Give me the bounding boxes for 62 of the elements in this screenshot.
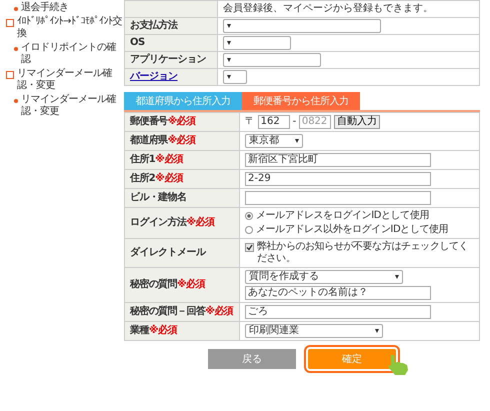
field-label: 都道府県 bbox=[130, 135, 168, 146]
input-field[interactable]: あなたのペットの名前は？ bbox=[245, 286, 431, 300]
checkbox[interactable] bbox=[245, 243, 254, 252]
select-field[interactable]: 東京都 bbox=[245, 134, 303, 148]
radio-label: メールアドレスをログインIDとして使用 bbox=[256, 210, 430, 222]
input-field[interactable] bbox=[245, 191, 431, 205]
caret-icon bbox=[227, 75, 231, 79]
sidebar-link[interactable]: イロドリポイントの確認 bbox=[21, 42, 124, 66]
required-mark: ※必須 bbox=[168, 135, 196, 146]
radio-button[interactable] bbox=[245, 226, 253, 234]
caret-icon bbox=[227, 24, 231, 28]
field-label: 業種 bbox=[130, 325, 149, 336]
checkbox-label: 弊社からのお知らせが不要な方はチェックしてください。 bbox=[257, 241, 470, 265]
sidebar-link[interactable]: リマインダーメール確認・変更 bbox=[21, 94, 124, 118]
required-mark: ※必須 bbox=[148, 325, 177, 336]
required-mark: ※必須 bbox=[177, 279, 205, 290]
sidebar-link[interactable]: 退会手続き bbox=[21, 2, 68, 14]
sidebar-link[interactable]: リマインダーメール確認・変更 bbox=[17, 68, 124, 92]
field-label: ログイン方法 bbox=[130, 217, 186, 228]
select-field[interactable]: 質問を作成する bbox=[245, 270, 403, 284]
required-mark: ※必須 bbox=[186, 217, 214, 228]
select-field[interactable] bbox=[223, 70, 247, 84]
field-label: 秘密の質問 bbox=[130, 279, 178, 290]
input-field[interactable]: 新宿区下宮比町 bbox=[245, 153, 431, 167]
separator: - bbox=[292, 116, 296, 128]
input-field[interactable]: ごろ bbox=[245, 305, 431, 319]
field-label: アプリケーション bbox=[130, 54, 206, 65]
bullet-icon bbox=[14, 7, 18, 11]
field-label: ビル・建物名 bbox=[130, 192, 186, 203]
field-label: ダイレクトメール bbox=[130, 247, 206, 258]
radio-button[interactable] bbox=[245, 212, 253, 220]
field-label: 郵便番号 bbox=[130, 116, 168, 127]
required-mark: ※必須 bbox=[155, 173, 184, 184]
radio-label: メールアドレス以外をログインIDとして使用 bbox=[256, 224, 448, 236]
postal-mark: 〒 bbox=[245, 116, 255, 128]
version-link[interactable]: バージョン bbox=[130, 71, 178, 82]
field-label: 住所1 bbox=[130, 154, 156, 165]
note-text: 会員登録後、マイページから登録もできます。 bbox=[223, 3, 433, 14]
select-field[interactable]: 印刷関連業 bbox=[245, 324, 383, 338]
caret-icon bbox=[227, 58, 231, 62]
field-label: 住所2 bbox=[130, 173, 156, 184]
select-field[interactable] bbox=[223, 19, 381, 33]
caret-icon bbox=[227, 41, 231, 45]
caret-icon bbox=[375, 329, 379, 333]
sidebar-link[interactable]: ｲﾛﾄﾞﾘﾎﾟｲﾝﾄ→ﾄﾞｺﾓﾎﾟｲﾝﾄ交換 bbox=[17, 16, 124, 40]
caret-icon bbox=[395, 275, 399, 279]
auto-fill-button[interactable]: 自動入力 bbox=[334, 115, 380, 129]
square-icon bbox=[6, 71, 14, 79]
bullet-icon bbox=[14, 47, 18, 51]
field-label: 秘密の質問－回答 bbox=[130, 306, 206, 317]
select-field[interactable] bbox=[223, 36, 291, 50]
input-field[interactable]: 2-29 bbox=[245, 172, 431, 186]
required-mark: ※必須 bbox=[155, 154, 184, 165]
postal-code-field[interactable]: 162 bbox=[258, 115, 290, 129]
square-icon bbox=[6, 19, 14, 27]
bullet-icon bbox=[14, 99, 18, 103]
select-field[interactable] bbox=[223, 53, 321, 67]
required-mark: ※必須 bbox=[205, 306, 234, 317]
required-mark: ※必須 bbox=[168, 116, 196, 127]
caret-icon bbox=[295, 139, 299, 143]
field-label: OS bbox=[130, 37, 145, 48]
field-label: お支払方法 bbox=[130, 20, 178, 31]
